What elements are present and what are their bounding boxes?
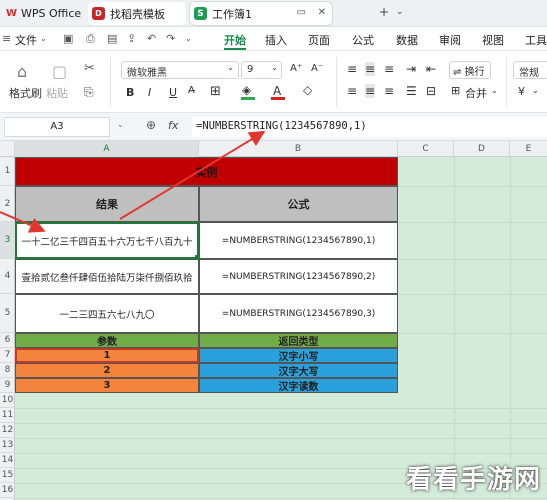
arrow-to-cell <box>0 211 46 233</box>
arrow-to-formula <box>119 130 266 220</box>
wps-window: W WPS Office D 找稻壳模板 S 工作簿1 ▭ ✕ + ⌄ ≡ 文件… <box>0 0 547 500</box>
annotation-arrows <box>0 130 266 233</box>
